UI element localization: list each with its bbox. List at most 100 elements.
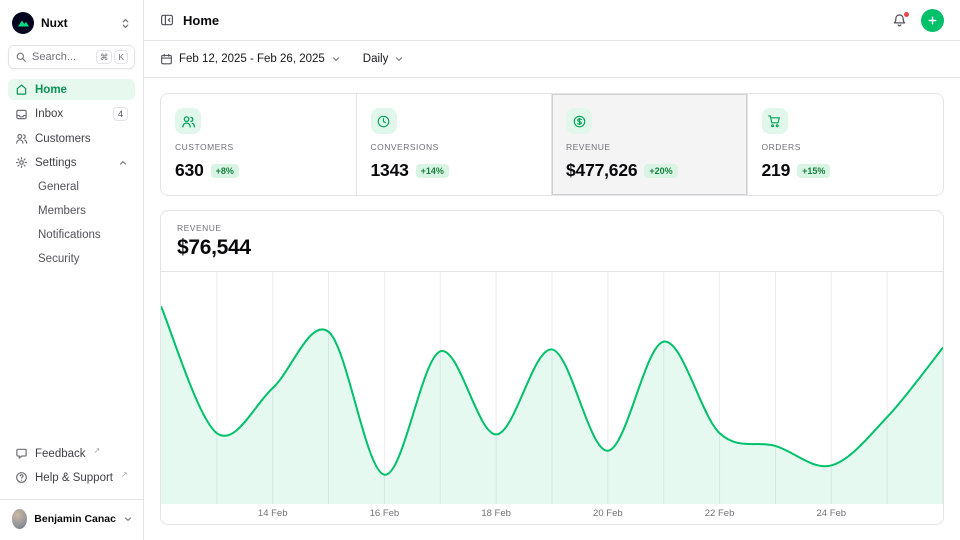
stats-row: CUSTOMERS 630 +8% CONVERSIONS 1343 +14% — [160, 93, 944, 196]
sidebar-footer: Feedback ↗ Help & Support ↗ Benjamin Can… — [8, 443, 135, 532]
stat-label: CONVERSIONS — [371, 142, 538, 152]
conversions-stat-icon — [371, 108, 397, 134]
revenue-chart-card: REVENUE $76,544 14 Feb 16 Feb 18 Feb 20 Feb… — [160, 210, 944, 525]
sidebar-item-label: Home — [35, 84, 67, 96]
revenue-chart-svg — [161, 272, 943, 504]
stat-revenue[interactable]: REVENUE $477,626 +20% — [552, 94, 748, 195]
page-title: Home — [183, 13, 219, 28]
sidebar-item-label: Inbox — [35, 108, 63, 120]
cart-icon — [767, 114, 782, 129]
search-icon — [15, 51, 27, 63]
stat-delta-badge: +20% — [644, 164, 677, 178]
workspace-switcher[interactable]: Nuxt — [8, 8, 135, 38]
chart-plot — [161, 272, 943, 504]
date-range-picker[interactable]: Feb 12, 2025 - Feb 26, 2025 — [160, 53, 341, 66]
stat-delta-badge: +14% — [416, 164, 449, 178]
footer-link-label: Feedback — [35, 448, 86, 460]
gear-icon — [15, 156, 28, 169]
search-shortcut: ⌘ K — [96, 50, 128, 64]
footer-link-label: Help & Support — [35, 472, 113, 484]
chevron-up-icon — [118, 158, 128, 168]
plus-icon — [927, 15, 938, 26]
inbox-count-badge: 4 — [113, 107, 128, 121]
sidebar-subitem-members[interactable]: Members — [8, 200, 135, 221]
sidebar-item-label: Settings — [35, 157, 77, 169]
x-axis-label: 16 Feb — [370, 508, 400, 519]
help-icon — [15, 471, 28, 484]
stat-value: 1343 — [371, 160, 409, 181]
stat-orders[interactable]: ORDERS 219 +15% — [748, 94, 944, 195]
external-link-icon: ↗ — [94, 446, 101, 455]
stat-label: ORDERS — [762, 142, 930, 152]
dashboard-content: CUSTOMERS 630 +8% CONVERSIONS 1343 +14% — [144, 78, 960, 540]
customers-icon — [15, 132, 28, 145]
stat-customers[interactable]: CUSTOMERS 630 +8% — [161, 94, 357, 195]
granularity-select[interactable]: Daily — [363, 53, 405, 65]
subitem-label: Notifications — [38, 229, 101, 241]
main-area: Home Feb 12, 2025 - Feb 26, 2025 Daily — [144, 0, 960, 540]
sidebar-item-label: Customers — [35, 133, 91, 145]
search-placeholder: Search... — [32, 51, 76, 63]
notifications-button[interactable] — [890, 11, 909, 30]
customers-stat-icon — [175, 108, 201, 134]
chart-total-value: $76,544 — [177, 236, 927, 260]
x-axis-label: 18 Feb — [481, 508, 511, 519]
x-axis-label: 24 Feb — [816, 508, 846, 519]
stat-label: CUSTOMERS — [175, 142, 342, 152]
chart-body: 14 Feb 16 Feb 18 Feb 20 Feb 22 Feb 24 Feb — [161, 272, 943, 524]
sidebar-item-customers[interactable]: Customers — [8, 128, 135, 149]
subitem-label: Security — [38, 253, 80, 265]
dollar-circle-icon — [572, 114, 587, 129]
x-axis-label: 14 Feb — [258, 508, 288, 519]
app-root: Nuxt Search... ⌘ K Home Inbox 4 Cu — [0, 0, 960, 540]
subitem-label: General — [38, 181, 79, 193]
sidebar-item-home[interactable]: Home — [8, 79, 135, 100]
calendar-icon — [160, 53, 173, 66]
x-axis-label: 20 Feb — [593, 508, 623, 519]
chart-header: REVENUE $76,544 — [161, 211, 943, 272]
x-axis-label: 22 Feb — [705, 508, 735, 519]
stat-label: REVENUE — [566, 142, 733, 152]
subitem-label: Members — [38, 205, 86, 217]
sidebar-subitem-security[interactable]: Security — [8, 248, 135, 269]
stat-value: $477,626 — [566, 160, 637, 181]
add-button[interactable] — [921, 9, 944, 32]
user-menu[interactable]: Benjamin Canac — [0, 499, 143, 532]
stat-delta-badge: +8% — [211, 164, 239, 178]
date-range-label: Feb 12, 2025 - Feb 26, 2025 — [179, 53, 325, 65]
sidebar: Nuxt Search... ⌘ K Home Inbox 4 Cu — [0, 0, 144, 540]
chart-x-axis: 14 Feb 16 Feb 18 Feb 20 Feb 22 Feb 24 Feb — [161, 508, 943, 521]
external-link-icon: ↗ — [121, 470, 128, 479]
workspace-name: Nuxt — [41, 16, 113, 30]
kbd-k: K — [114, 50, 128, 64]
granularity-label: Daily — [363, 53, 389, 65]
header-actions — [890, 9, 944, 32]
clock-icon — [376, 114, 391, 129]
feedback-icon — [15, 447, 28, 460]
feedback-link[interactable]: Feedback ↗ — [8, 443, 135, 464]
revenue-stat-icon — [566, 108, 592, 134]
search-input[interactable]: Search... ⌘ K — [8, 45, 135, 69]
notification-dot — [903, 11, 910, 18]
chevron-down-icon — [123, 514, 133, 524]
stat-value: 219 — [762, 160, 791, 181]
help-support-link[interactable]: Help & Support ↗ — [8, 467, 135, 488]
nuxt-logo-icon — [12, 12, 34, 34]
chart-title: REVENUE — [177, 223, 927, 233]
sidebar-subitem-notifications[interactable]: Notifications — [8, 224, 135, 245]
people-icon — [181, 114, 196, 129]
sidebar-toggle-icon[interactable] — [160, 13, 174, 27]
stat-conversions[interactable]: CONVERSIONS 1343 +14% — [357, 94, 553, 195]
filters-toolbar: Feb 12, 2025 - Feb 26, 2025 Daily — [144, 41, 960, 78]
sidebar-item-inbox[interactable]: Inbox 4 — [8, 103, 135, 125]
stat-value: 630 — [175, 160, 204, 181]
chevron-down-icon — [394, 54, 404, 64]
sidebar-subitem-general[interactable]: General — [8, 176, 135, 197]
inbox-icon — [15, 108, 28, 121]
kbd-cmd: ⌘ — [96, 50, 113, 64]
page-header: Home — [144, 0, 960, 41]
user-name: Benjamin Canac — [34, 513, 116, 525]
chevron-down-icon — [331, 54, 341, 64]
sidebar-item-settings[interactable]: Settings — [8, 152, 135, 173]
home-icon — [15, 83, 28, 96]
